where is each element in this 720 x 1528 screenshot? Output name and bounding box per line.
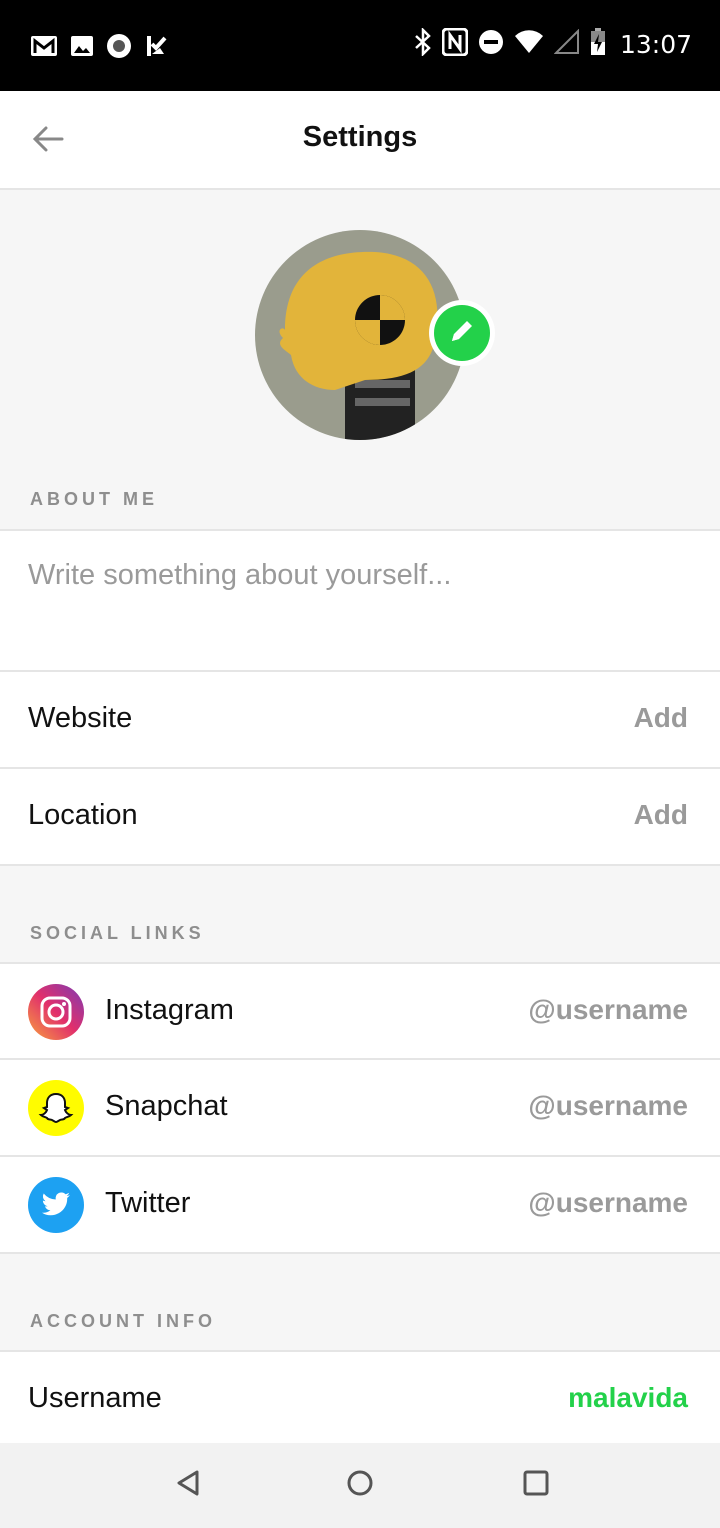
check-flag-icon <box>144 34 168 63</box>
page-title: Settings <box>302 121 418 153</box>
username-label: Username <box>28 1382 162 1414</box>
battery-charging-icon <box>590 28 606 61</box>
status-bar-system: 13:07 <box>414 26 692 61</box>
nav-back-button[interactable] <box>168 1465 208 1505</box>
website-label: Website <box>28 702 133 734</box>
image-icon <box>70 34 94 63</box>
nav-home-button[interactable] <box>340 1465 380 1505</box>
nfc-icon <box>441 27 469 61</box>
app-bar: Settings <box>0 91 720 190</box>
about-me-header: ABOUT ME <box>30 489 158 509</box>
record-icon <box>106 33 132 64</box>
nav-recents-button[interactable] <box>516 1465 556 1505</box>
social-row-instagram[interactable]: Instagram @username <box>0 962 720 1060</box>
account-info-header: ACCOUNT INFO <box>30 1311 216 1331</box>
bluetooth-icon <box>414 26 432 61</box>
social-label-twitter: Twitter <box>105 1187 191 1219</box>
signal-icon <box>553 28 580 60</box>
website-add-button[interactable]: Add <box>634 702 688 734</box>
status-bar: 13:07 <box>0 0 720 91</box>
about-me-input[interactable] <box>28 559 688 649</box>
username-row[interactable]: Username malavida <box>0 1350 720 1448</box>
location-label: Location <box>28 799 138 831</box>
social-row-twitter[interactable]: Twitter @username <box>0 1157 720 1254</box>
social-row-snapchat[interactable]: Snapchat @username <box>0 1060 720 1157</box>
social-label-instagram: Instagram <box>105 994 234 1026</box>
back-triangle-icon <box>175 1469 201 1502</box>
social-label-snapchat: Snapchat <box>105 1090 228 1122</box>
username-value[interactable]: malavida <box>568 1382 688 1414</box>
home-circle-icon <box>346 1469 374 1502</box>
website-row[interactable]: Website Add <box>0 672 720 769</box>
edit-avatar-button[interactable] <box>429 300 495 366</box>
twitter-icon <box>28 1177 84 1233</box>
gmail-icon <box>30 34 58 63</box>
social-links-header: SOCIAL LINKS <box>30 923 205 943</box>
recents-square-icon <box>523 1470 549 1501</box>
system-nav-bar <box>0 1443 720 1528</box>
location-row[interactable]: Location Add <box>0 769 720 866</box>
location-add-button[interactable]: Add <box>634 799 688 831</box>
social-value-snapchat[interactable]: @username <box>528 1090 688 1122</box>
snapchat-icon <box>28 1080 84 1136</box>
social-value-twitter[interactable]: @username <box>528 1187 688 1219</box>
status-time: 13:07 <box>619 30 692 59</box>
dnd-icon <box>478 29 504 60</box>
profile-avatar-section <box>255 230 495 440</box>
instagram-icon <box>28 984 84 1040</box>
status-bar-notifications <box>30 33 168 64</box>
social-value-instagram[interactable]: @username <box>528 994 688 1026</box>
wifi-icon <box>514 30 544 59</box>
pencil-icon <box>448 317 476 350</box>
about-me-box <box>0 529 720 672</box>
